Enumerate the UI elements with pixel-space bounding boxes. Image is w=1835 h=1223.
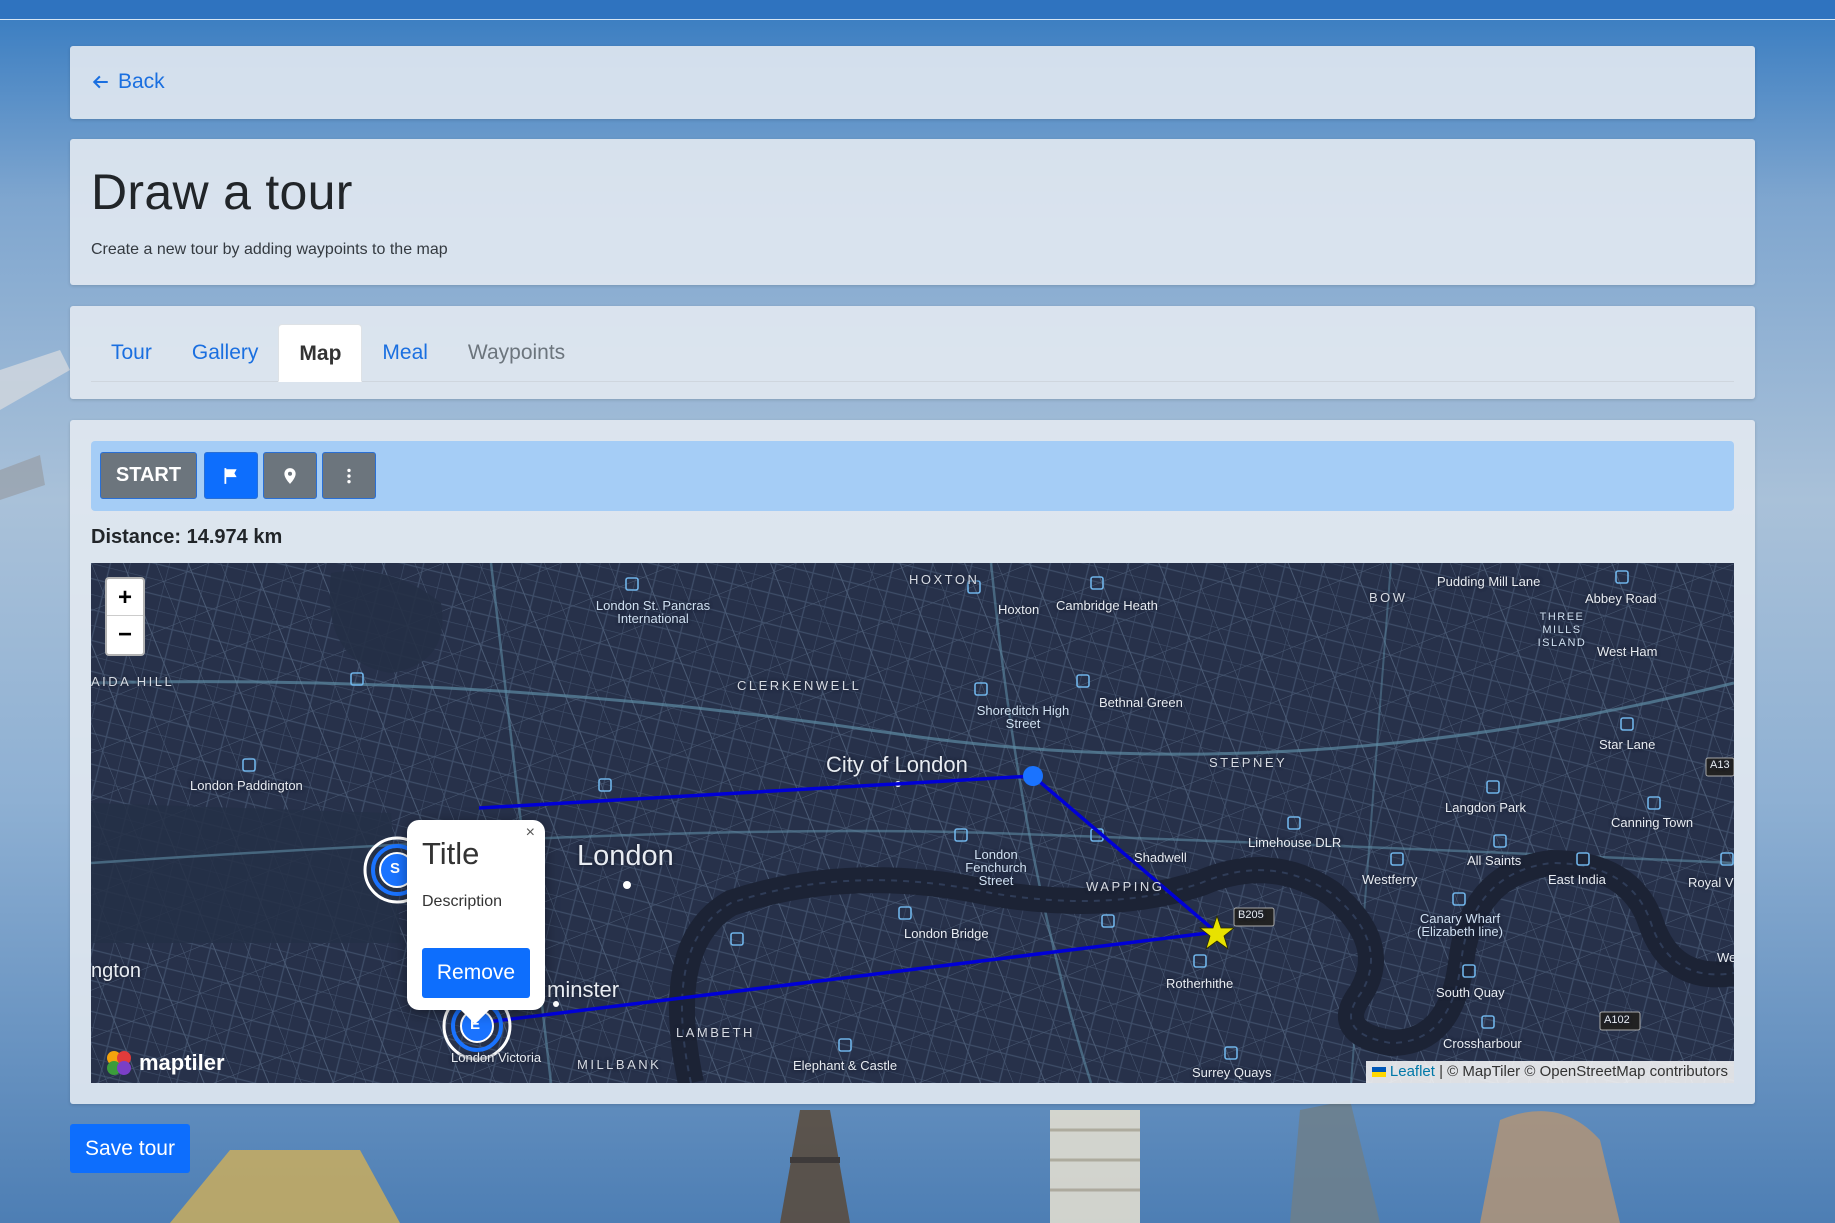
maptiler-logo-icon [107,1051,131,1075]
map-label: Surrey Quays [1192,1065,1272,1080]
start-button[interactable]: START [100,452,197,499]
map-label-city: City of London [826,752,968,777]
distance-readout: Distance: 14.974 km [91,526,283,548]
attribution-text: | © MapTiler © OpenStreetMap contributor… [1439,1063,1728,1080]
map-label: Elephant & Castle [793,1058,898,1073]
map-label: Star Lane [1599,737,1656,752]
tab-gallery[interactable]: Gallery [172,324,279,382]
map-label: HOXTON [909,572,980,587]
map-canvas[interactable]: + − HOXTON Hoxton Cambridge Heath BOW Pu… [91,563,1734,1083]
maptiler-logo[interactable]: maptiler [105,1049,225,1077]
map-label: London Fenchurch Street [965,847,1027,888]
map-attribution: Leaflet | © MapTiler © OpenStreetMap con… [1365,1061,1734,1083]
map-label: STEPNEY [1209,755,1288,770]
map-label: Limehouse DLR [1248,835,1342,850]
map-label: West Ham [1597,644,1658,659]
map-label: Westferry [1362,872,1418,887]
map-toolbar: START [91,441,1734,511]
map-label: London Bridge [904,926,989,941]
page-title: Draw a tour [91,164,353,220]
map-label: Shoreditch High Street [976,703,1070,731]
map-label: Hoxton [998,602,1040,617]
map-label: THREE MILLS ISLAND [1537,611,1587,649]
map-label: AIDA HILL [91,674,175,689]
map-panel: START Distance: 14.974 km + − HOXTON Hox… [70,420,1755,1104]
add-waypoint-button[interactable] [263,452,317,499]
map-label: Shadwell [1134,850,1187,865]
page-subtitle: Create a new tour by adding waypoints to… [91,241,448,258]
map-label: Abbey Road [1585,591,1657,606]
ukraine-flag-icon [1371,1067,1386,1078]
map-pin-icon [284,467,296,484]
map-label: Bethnal Green [1099,695,1183,710]
map-label: South Quay [1436,985,1505,1000]
leaflet-link[interactable]: Leaflet [1390,1063,1435,1080]
map-label: A13 [1710,759,1730,771]
map-label: Canary Wharf (Elizabeth line) [1417,911,1503,939]
tab-tour[interactable]: Tour [91,324,172,382]
map-label: MILLBANK [577,1057,662,1072]
map-label: London Paddington [190,778,303,793]
tab-waypoints: Waypoints [467,341,566,364]
tab-meal[interactable]: Meal [362,324,448,382]
tab-bar: Tour Gallery Map Meal Waypoints [91,324,1734,382]
zoom-in-button[interactable]: + [107,579,143,616]
back-link[interactable]: Back [92,70,165,94]
tabs-panel: Tour Gallery Map Meal Waypoints [70,306,1755,399]
waypoint-popup: × Title Description Remove [407,820,545,1025]
save-tour-button[interactable]: Save tour [70,1124,190,1173]
map-label: East India [1548,872,1606,887]
map-label: Cambridge Heath [1056,598,1158,613]
map-label: ngton [91,960,142,982]
map-label: WAPPING [1086,879,1165,894]
maptiler-logo-text: maptiler [139,1050,225,1075]
popup-title: Title [422,836,480,871]
map-label: BOW [1369,590,1408,605]
popup-description: Description [422,893,503,910]
zoom-control: + − [105,577,145,656]
map-label: London St. Pancras International [595,598,711,626]
map-label: LAMBETH [676,1025,755,1040]
map-label: Langdon Park [1445,800,1526,815]
flag-button[interactable] [204,452,258,499]
map-label: Canning Town [1611,815,1694,830]
map-label: Royal Vi [1688,875,1734,890]
back-panel: Back [70,46,1755,119]
flag-icon [224,467,237,484]
map-label: Pudding Mill Lane [1437,574,1541,589]
map-label: All Saints [1467,853,1522,868]
map-label: Crossharbour [1443,1036,1522,1051]
map-label-london: London [577,840,674,872]
tab-map[interactable]: Map [278,324,363,382]
map-label: London Victoria [451,1050,542,1065]
more-vertical-icon [347,468,351,483]
start-marker[interactable]: S [390,860,400,877]
map-label: Rotherhithe [1166,976,1234,991]
remove-waypoint-button[interactable]: Remove [422,948,530,998]
map-label: CLERKENWELL [737,678,862,693]
map-label: We [1717,950,1734,965]
map-basemap [91,563,1734,1083]
popup-close-button[interactable]: × [526,824,535,842]
zoom-out-button[interactable]: − [107,616,143,653]
map-label: minster [547,977,620,1002]
more-options-button[interactable] [322,452,376,499]
map-label: A102 [1604,1014,1630,1026]
arrow-left-icon [92,75,108,89]
back-label: Back [118,70,165,93]
header-panel: Draw a tour Create a new tour by adding … [70,139,1755,285]
map-label: B205 [1238,909,1264,921]
